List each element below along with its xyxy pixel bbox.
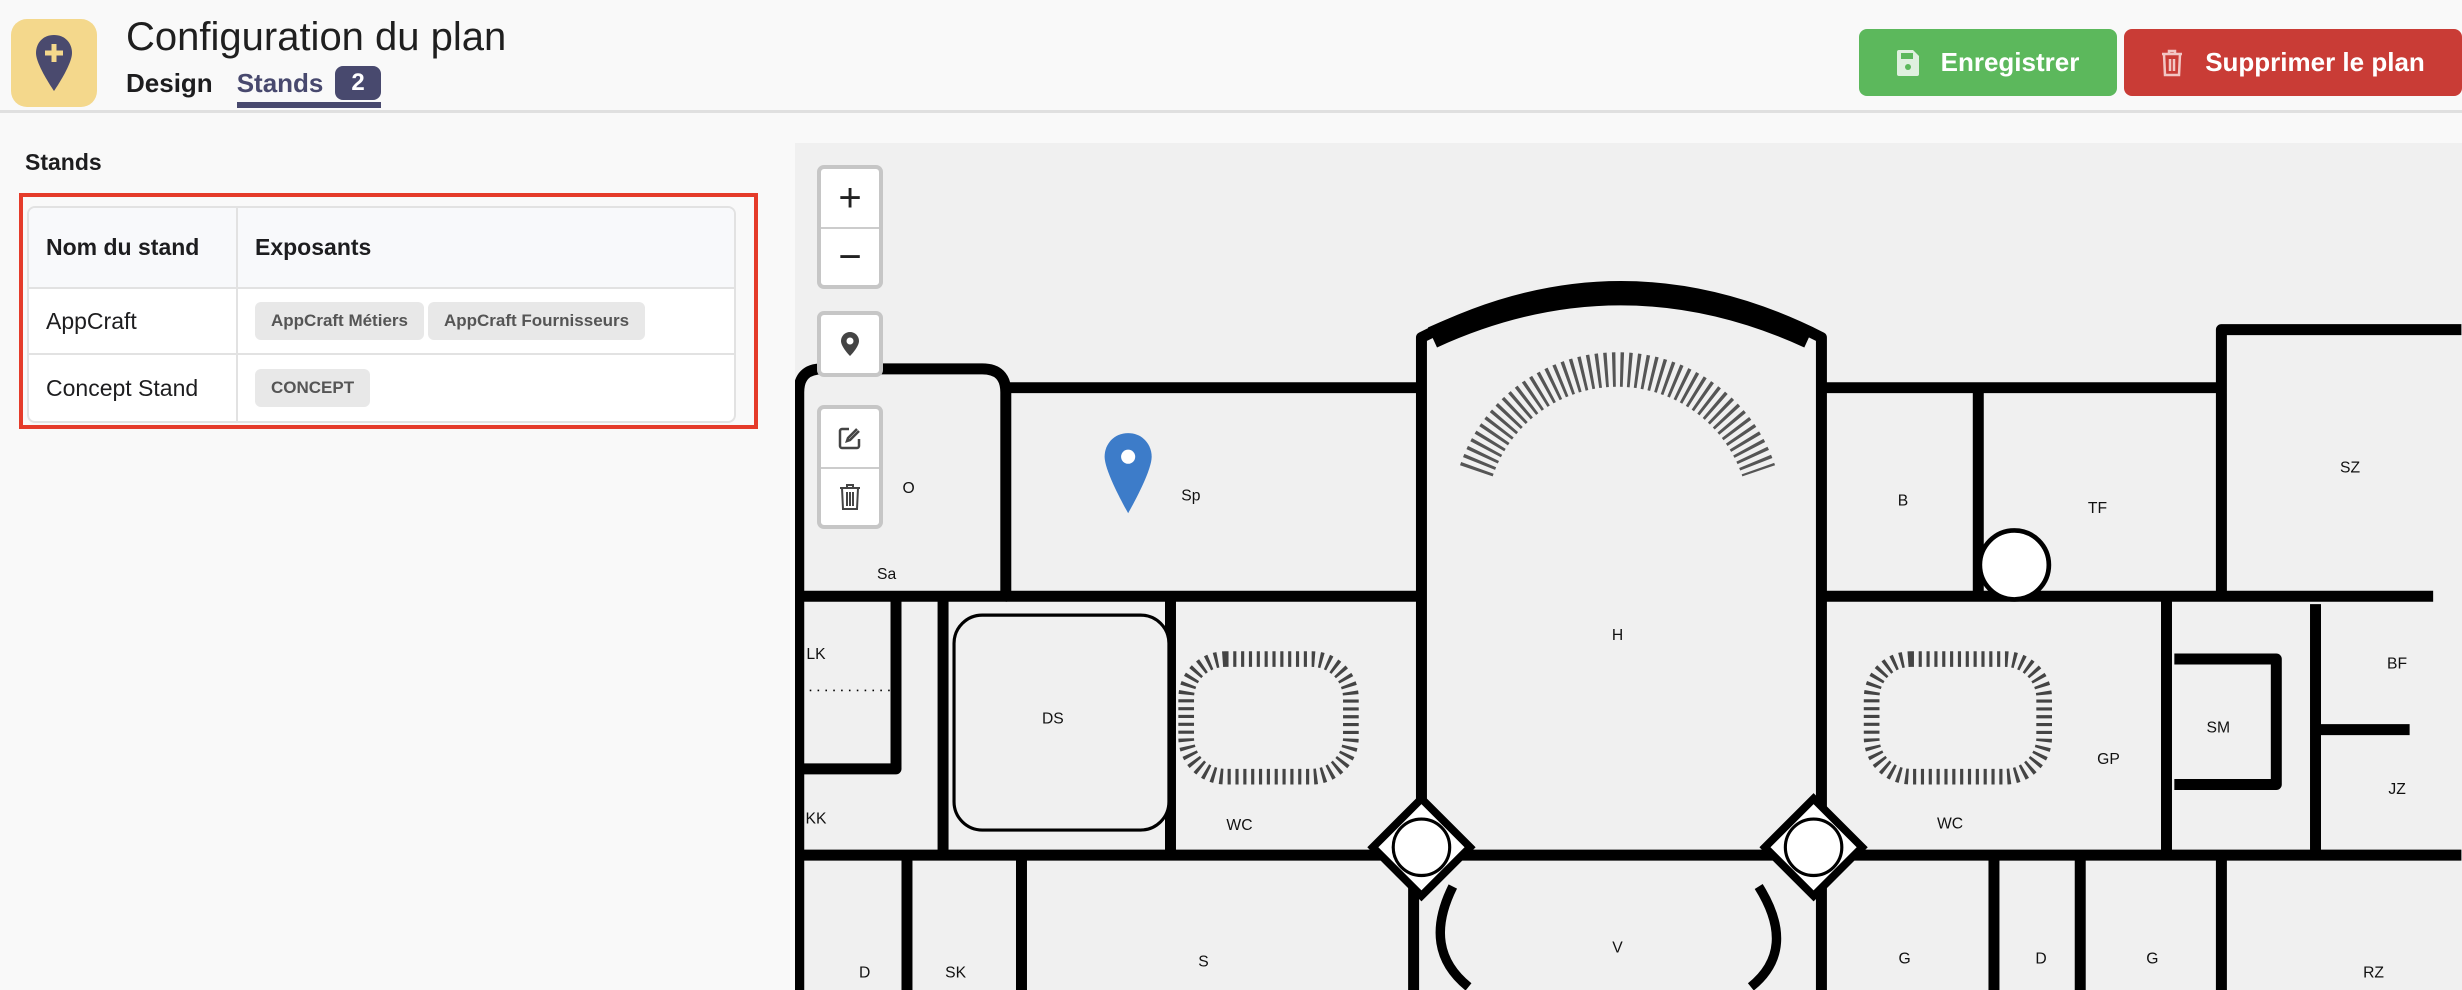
zoom-control: + − xyxy=(817,165,883,289)
room-label: D xyxy=(2035,950,2046,967)
floor-plan: O Sp Sa LK KK DS WC H B TF SZ BF SM JZ G… xyxy=(795,281,2462,990)
tabs: Design Stands 2 xyxy=(126,66,381,108)
room-label: SK xyxy=(945,964,966,981)
floor-plan-map[interactable]: O Sp Sa LK KK DS WC H B TF SZ BF SM JZ G… xyxy=(795,143,2462,990)
edit-icon xyxy=(838,427,861,450)
room-label: TF xyxy=(2088,500,2107,517)
room-label: GP xyxy=(2097,751,2120,768)
stands-count-badge: 2 xyxy=(335,66,381,100)
room-label: DS xyxy=(1042,710,1064,727)
room-label: Sa xyxy=(877,566,896,583)
room-label: O xyxy=(902,480,914,497)
exhibitors-cell: CONCEPT xyxy=(238,355,734,421)
draw-marker-button[interactable] xyxy=(821,315,879,373)
room-label: S xyxy=(1198,953,1208,970)
room-label: D xyxy=(859,964,870,981)
room-label: SM xyxy=(2207,720,2231,737)
exhibitor-chip: CONCEPT xyxy=(255,369,371,407)
room-label: V xyxy=(1612,939,1623,956)
column-header-name: Nom du stand xyxy=(29,208,238,289)
stand-name: Concept Stand xyxy=(29,355,238,421)
delete-plan-button[interactable]: Supprimer le plan xyxy=(2124,29,2462,96)
room-label: RZ xyxy=(2363,964,2384,981)
page-header: Configuration du plan Design Stands 2 En… xyxy=(0,0,2462,113)
tab-stands-label: Stands xyxy=(236,68,324,98)
room-label: H xyxy=(1612,627,1623,644)
stand-marker-icon[interactable] xyxy=(1104,433,1152,514)
room-label: WC xyxy=(1937,815,1963,832)
save-button[interactable]: Enregistrer xyxy=(1859,29,2117,96)
save-icon xyxy=(1896,49,1919,76)
room-label: JZ xyxy=(2388,781,2406,798)
exhibitors-cell: AppCraft Métiers AppCraft Fournisseurs xyxy=(238,289,734,355)
exhibitor-chip: AppCraft Métiers xyxy=(255,302,424,340)
edit-layers-button[interactable] xyxy=(821,409,879,467)
table-row[interactable]: Concept Stand CONCEPT xyxy=(29,355,734,421)
exhibitor-chip: AppCraft Fournisseurs xyxy=(427,302,646,340)
column-header-exhibitors: Exposants xyxy=(238,208,734,289)
room-label: KK xyxy=(806,811,827,828)
map-pin-plus-icon xyxy=(11,19,97,107)
room-label: LK xyxy=(806,646,826,663)
edit-control xyxy=(817,405,883,529)
room-label: BF xyxy=(2387,655,2407,672)
trash-icon xyxy=(2162,49,2183,76)
stands-table: Nom du stand Exposants AppCraft AppCraft… xyxy=(27,206,736,423)
tab-design[interactable]: Design xyxy=(126,67,213,107)
map-pin-icon xyxy=(841,332,859,356)
room-label: G xyxy=(2146,950,2158,967)
delete-layers-button[interactable] xyxy=(821,467,879,525)
stands-section-title: Stands xyxy=(25,149,102,175)
save-label: Enregistrer xyxy=(1940,47,2080,77)
zoom-in-button[interactable]: + xyxy=(821,169,879,227)
content: Stands Nom du stand Exposants AppCraft A… xyxy=(0,113,2462,990)
delete-label: Supprimer le plan xyxy=(2205,47,2425,77)
zoom-out-button[interactable]: − xyxy=(821,227,879,285)
room-label: WC xyxy=(1226,817,1252,834)
draw-marker-control xyxy=(817,311,883,377)
room-label: B xyxy=(1898,492,1908,509)
page-title: Configuration du plan xyxy=(126,15,507,59)
room-label: SZ xyxy=(2340,459,2360,476)
stand-name: AppCraft xyxy=(29,289,238,355)
room-label: G xyxy=(1898,950,1910,967)
table-row[interactable]: AppCraft AppCraft Métiers AppCraft Fourni… xyxy=(29,289,734,355)
tab-stands[interactable]: Stands 2 xyxy=(236,66,381,108)
room-label: Sp xyxy=(1181,488,1200,505)
page: Configuration du plan Design Stands 2 En… xyxy=(0,0,2462,990)
trash-icon xyxy=(840,484,860,510)
